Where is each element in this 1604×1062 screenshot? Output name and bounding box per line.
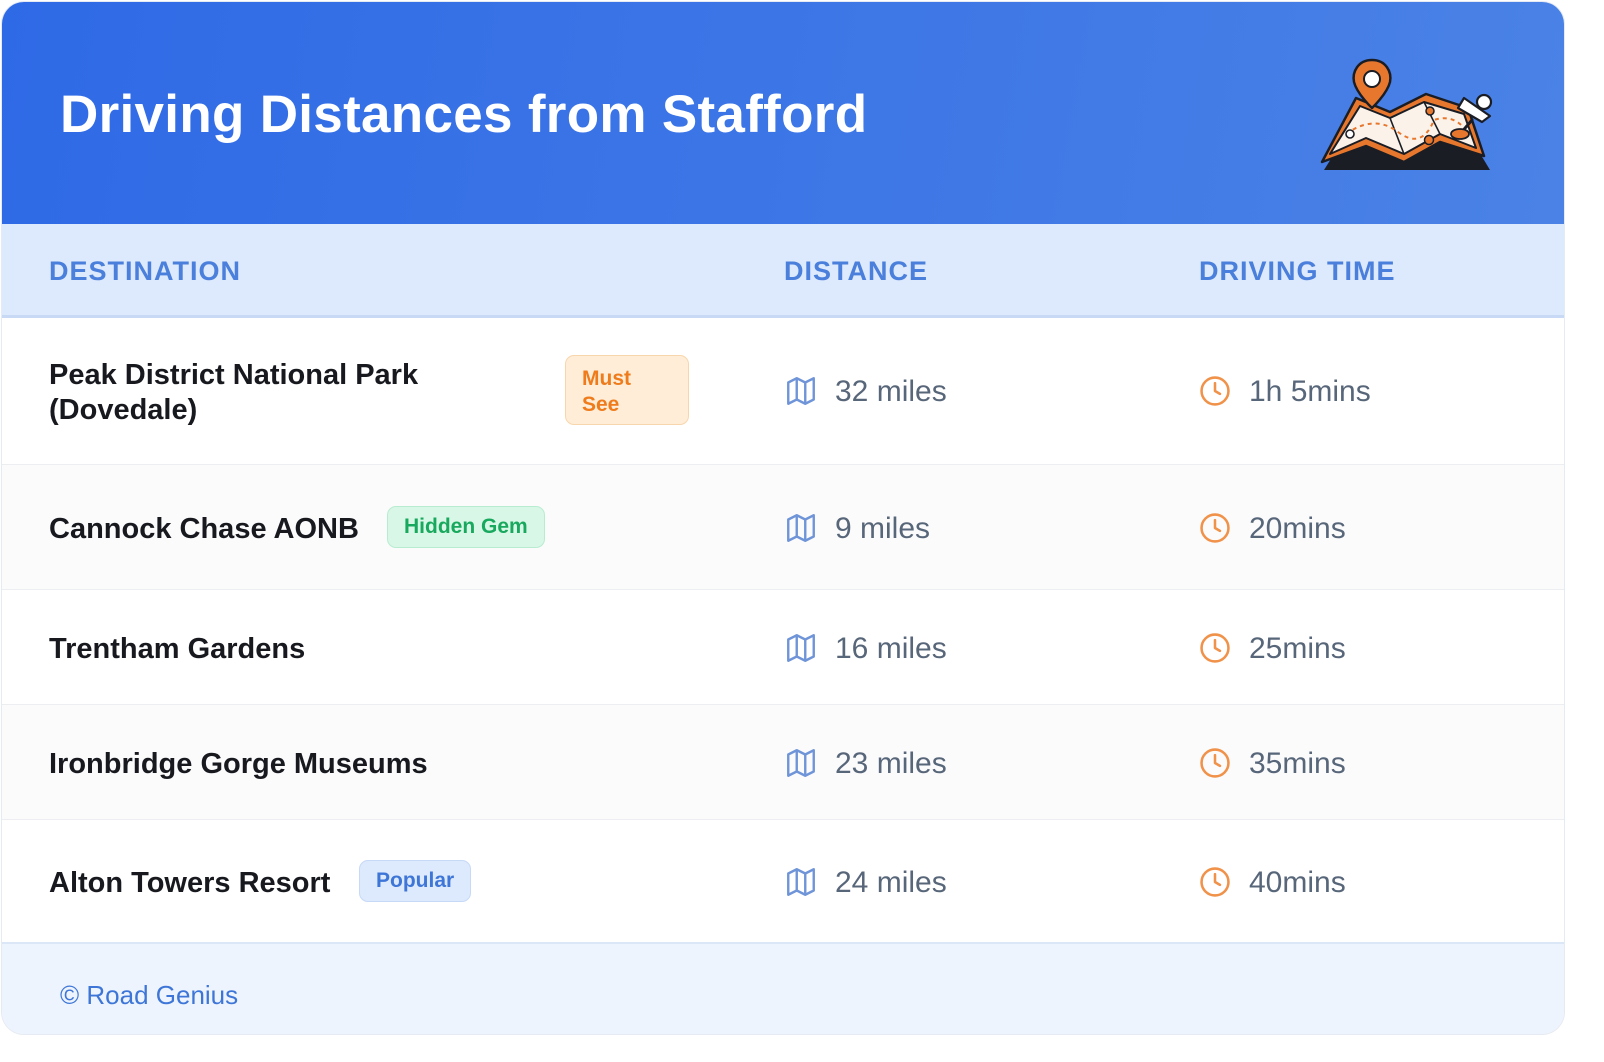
- destination-name: Alton Towers Resort: [49, 867, 331, 899]
- driving-time-value: 25mins: [1249, 632, 1346, 665]
- destination-name: Cannock Chase AONB: [49, 513, 359, 545]
- distance-table-card: Driving Distances from Stafford DESTINAT…: [2, 2, 1564, 1034]
- footer-credit: © Road Genius: [60, 980, 239, 1010]
- clock-icon: [1198, 374, 1232, 408]
- clock-icon: [1198, 746, 1232, 780]
- destination-name: Ironbridge Gorge Museums: [49, 748, 428, 780]
- distance-value: 16 miles: [835, 632, 947, 665]
- table-header-row: DESTINATION DISTANCE DRIVING TIME: [2, 224, 1564, 318]
- distance-value: 24 miles: [835, 866, 947, 899]
- map-icon: [784, 631, 818, 665]
- distance-value: 32 miles: [835, 375, 947, 408]
- clock-icon: [1198, 511, 1232, 545]
- distance-value: 9 miles: [835, 512, 931, 545]
- driving-time-value: 1h 5mins: [1249, 375, 1371, 408]
- hidden-gem-badge: Hidden Gem: [387, 506, 545, 548]
- table-row: Cannock Chase AONB Hidden Gem 9 miles 20…: [2, 465, 1564, 590]
- map-icon: [784, 374, 818, 408]
- footer: © Road Genius: [2, 942, 1564, 1034]
- popular-badge: Popular: [359, 860, 472, 902]
- map-icon: [784, 746, 818, 780]
- driving-time-value: 40mins: [1249, 866, 1346, 899]
- column-header-distance: DISTANCE: [784, 256, 929, 286]
- page-title: Driving Distances from Stafford: [60, 85, 868, 144]
- map-icon: [784, 865, 818, 899]
- destination-name: Peak District National Park (Dovedale): [49, 358, 418, 428]
- table-row: Ironbridge Gorge Museums 23 miles 35mins: [2, 705, 1564, 820]
- table-row: Alton Towers Resort Popular 24 miles 40m…: [2, 820, 1564, 941]
- badge-label-line: Must: [582, 367, 631, 390]
- badge-label-line: See: [582, 393, 620, 416]
- must-see-badge: Must See: [565, 355, 689, 425]
- column-header-destination: DESTINATION: [49, 256, 241, 286]
- column-header-driving-time: DRIVING TIME: [1199, 256, 1396, 286]
- map-icon: [784, 511, 818, 545]
- destination-name-line: (Dovedale): [49, 394, 198, 426]
- destination-name: Trentham Gardens: [49, 633, 306, 665]
- table-row: Peak District National Park (Dovedale) M…: [2, 315, 1564, 465]
- clock-icon: [1198, 631, 1232, 665]
- driving-time-value: 35mins: [1249, 747, 1346, 780]
- distance-value: 23 miles: [835, 747, 947, 780]
- map-with-location-pin-icon: [1320, 58, 1493, 170]
- table-row: Trentham Gardens 16 miles 25mins: [2, 590, 1564, 705]
- driving-time-value: 20mins: [1249, 512, 1346, 545]
- clock-icon: [1198, 865, 1232, 899]
- destination-name-line: Peak District National Park: [49, 359, 419, 391]
- header-banner: Driving Distances from Stafford: [2, 2, 1564, 224]
